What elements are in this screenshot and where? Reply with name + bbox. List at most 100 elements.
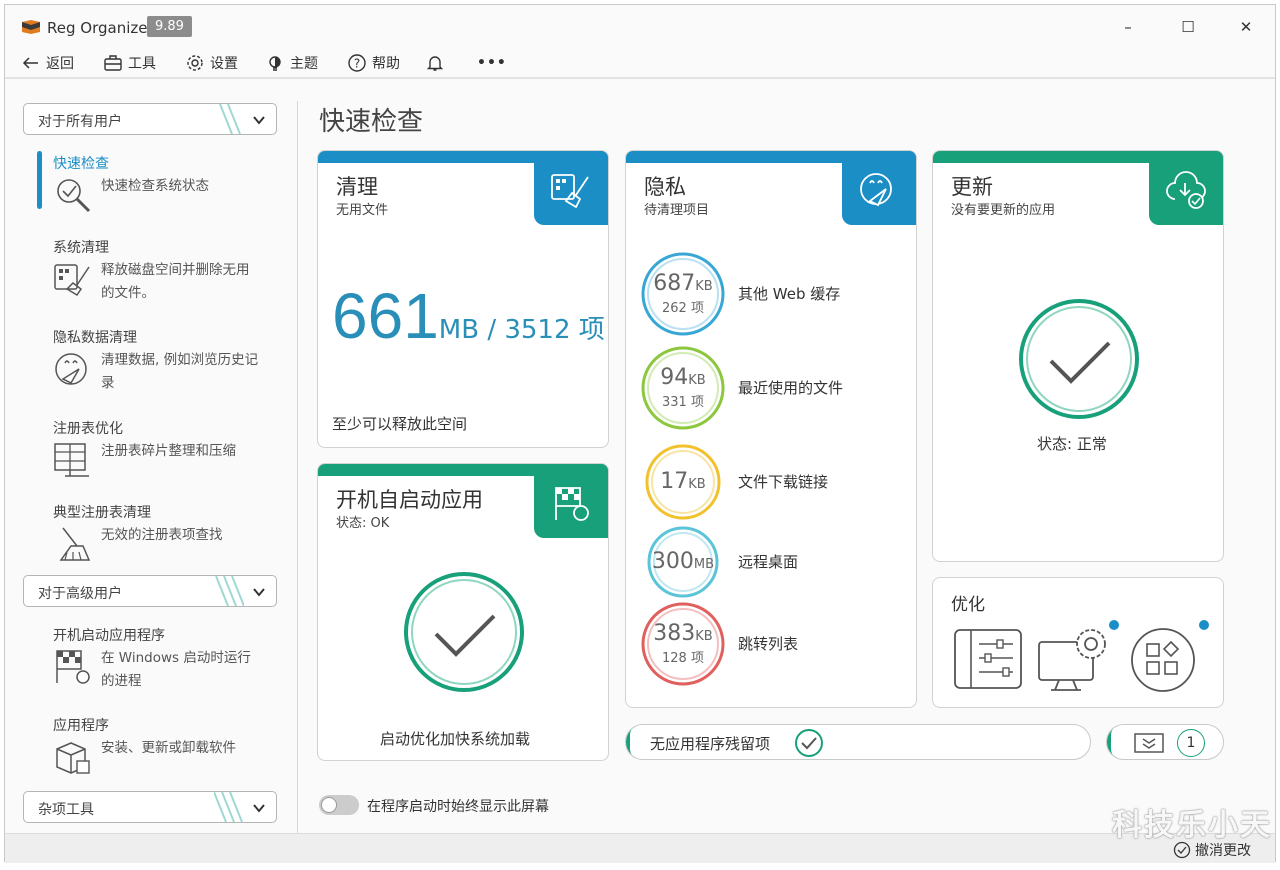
value: 94 (660, 365, 689, 390)
startup-footer: 启动优化加快系统加载 (380, 730, 531, 748)
startup-card[interactable]: 开机自启动应用 状态: OK 启动优化加快系统加载 (317, 463, 609, 761)
unit: KB (688, 373, 706, 388)
toolbar: 返回 工具 设置 主题 ? 帮助 ••• (5, 47, 1275, 79)
nav-quick-check[interactable]: 快速检查 快速检查系统状态 (53, 153, 293, 223)
privacy-label: 跳转列表 (738, 635, 799, 653)
broom-icon (59, 527, 91, 561)
privacy-row[interactable]: 687KB 262 项 其他 Web 缓存 (640, 251, 910, 337)
uninstall-pill[interactable]: 1 (1106, 724, 1224, 760)
nav-quick-check-title: 快速检查 (53, 156, 109, 172)
notifications-button[interactable] (425, 51, 445, 75)
clean-broom-icon (551, 174, 589, 209)
back-button[interactable]: 返回 (21, 51, 74, 75)
download-box-icon (1134, 733, 1164, 753)
bell-icon (426, 56, 444, 71)
clean-number: 661 (332, 280, 439, 352)
chevron-down-icon (253, 116, 265, 125)
privacy-label: 最近使用的文件 (738, 379, 844, 397)
settings-button[interactable]: 设置 (185, 51, 238, 75)
nav-startup-apps-desc: 在 Windows 启动时运行的进程 (101, 650, 251, 689)
privacy-row[interactable]: 94KB 331 项 最近使用的文件 (640, 345, 910, 431)
clean-size-value: 661MB / 3512 项 (332, 279, 605, 353)
group-misc-label: 杂项工具 (38, 802, 94, 818)
clean-title: 清理 (336, 175, 378, 199)
privacy-count: 331 项 (662, 395, 704, 410)
nav-system-clean[interactable]: 系统清理 释放磁盘空间并删除无用的文件。 (53, 237, 293, 317)
magnifier-check-icon (57, 179, 91, 213)
nav-applications-title: 应用程序 (53, 718, 109, 734)
optimize-card: 优化 (932, 577, 1224, 708)
settings-label: 设置 (210, 56, 238, 72)
nav-privacy-clean[interactable]: 隐私数据清理 清理数据, 例如浏览历史记录 (53, 327, 293, 407)
status-bar: 撤消更改 (5, 833, 1275, 863)
page-title: 快速检查 (319, 107, 424, 137)
update-title: 更新 (951, 175, 993, 199)
privacy-label: 其他 Web 缓存 (738, 285, 841, 303)
nav-registry-clean-title: 典型注册表清理 (53, 505, 151, 521)
privacy-count: 262 项 (662, 301, 704, 316)
check-badge-icon (795, 729, 823, 757)
value: 300 (651, 549, 694, 574)
optimize-title: 优化 (951, 595, 985, 615)
stripes-decoration (219, 104, 241, 134)
value: 687 (653, 271, 696, 296)
back-label: 返回 (46, 56, 74, 72)
checkered-flag-icon (555, 487, 589, 521)
nav-quick-check-desc: 快速检查系统状态 (101, 178, 209, 194)
update-status: 状态: 正常 (1037, 435, 1107, 453)
stripes-decoration (214, 792, 243, 822)
group-misc-dropdown[interactable]: 杂项工具 (23, 791, 277, 823)
nav-applications[interactable]: 应用程序 安装、更新或卸载软件 (53, 715, 293, 785)
pill-accent-mask (1111, 725, 1121, 759)
apps-grid-icon[interactable] (1129, 626, 1197, 694)
chevron-down-icon (253, 804, 265, 813)
nav-registry-optimize-desc: 注册表碎片整理和压缩 (101, 443, 236, 459)
maximize-button[interactable]: ☐ (1173, 15, 1203, 39)
privacy-row[interactable]: 17KB 文件下载链接 (640, 439, 910, 525)
monitor-gear-icon[interactable] (1037, 626, 1111, 694)
leftovers-label: 无应用程序残留项 (650, 735, 771, 753)
privacy-row[interactable]: 383KB 128 项 跳转列表 (640, 601, 910, 687)
watermark: 科技乐小天 (1112, 808, 1272, 843)
minimize-button[interactable]: – (1113, 15, 1143, 39)
sidebar-divider (297, 101, 298, 833)
nav-startup-apps[interactable]: 开机启动应用程序 在 Windows 启动时运行的进程 (53, 625, 293, 705)
help-label: 帮助 (372, 56, 400, 72)
notification-dot (1109, 620, 1119, 630)
privacy-value: 17KB (640, 469, 726, 494)
lightbulb-icon (269, 56, 281, 71)
privacy-card[interactable]: 隐私 待清理项目 687KB 262 项 其他 Web 缓存 94KB 331 … (625, 150, 917, 708)
active-indicator (37, 151, 42, 209)
nav-registry-optimize[interactable]: 注册表优化 注册表碎片整理和压缩 (53, 418, 293, 488)
nav-registry-clean[interactable]: 典型注册表清理 无效的注册表项查找 (53, 502, 293, 572)
privacy-value: 300MB (640, 549, 726, 574)
nav-system-clean-desc: 释放磁盘空间并删除无用的文件。 (101, 262, 250, 301)
update-subtitle: 没有要更新的应用 (951, 203, 1056, 218)
group-all-users-dropdown[interactable]: 对于所有用户 (23, 103, 277, 135)
checkered-flag-icon (56, 650, 90, 684)
nav-startup-apps-title: 开机启动应用程序 (53, 628, 165, 644)
theme-button[interactable]: 主题 (265, 51, 318, 75)
tools-button[interactable]: 工具 (103, 51, 156, 75)
count-badge: 1 (1177, 729, 1205, 757)
clean-broom-icon (54, 264, 90, 297)
leftovers-pill[interactable]: 无应用程序残留项 (625, 724, 1091, 760)
show-on-start-label: 在程序启动时始终显示此屏幕 (367, 799, 549, 815)
unit: MB (693, 557, 715, 572)
gear-icon (187, 55, 203, 71)
nav-applications-desc: 安装、更新或卸载软件 (101, 740, 236, 756)
svg-text:?: ? (354, 57, 360, 71)
close-button[interactable]: ✕ (1231, 15, 1261, 39)
toolbox-icon (104, 55, 122, 71)
update-card[interactable]: 更新 没有要更新的应用 状态: 正常 (932, 150, 1224, 562)
group-advanced-dropdown[interactable]: 对于高级用户 (23, 575, 277, 607)
show-on-start-toggle[interactable] (319, 795, 359, 815)
clean-card[interactable]: 清理 无用文件 661MB / 3512 项 至少可以释放此空间 (317, 150, 609, 448)
tools-label: 工具 (128, 56, 156, 72)
theme-label: 主题 (290, 56, 318, 72)
value: 17 (660, 469, 689, 494)
more-button[interactable]: ••• (477, 51, 507, 75)
sliders-panel-icon[interactable] (953, 628, 1023, 690)
privacy-row[interactable]: 300MB 远程桌面 (640, 519, 910, 605)
help-button[interactable]: ? 帮助 (347, 51, 400, 75)
